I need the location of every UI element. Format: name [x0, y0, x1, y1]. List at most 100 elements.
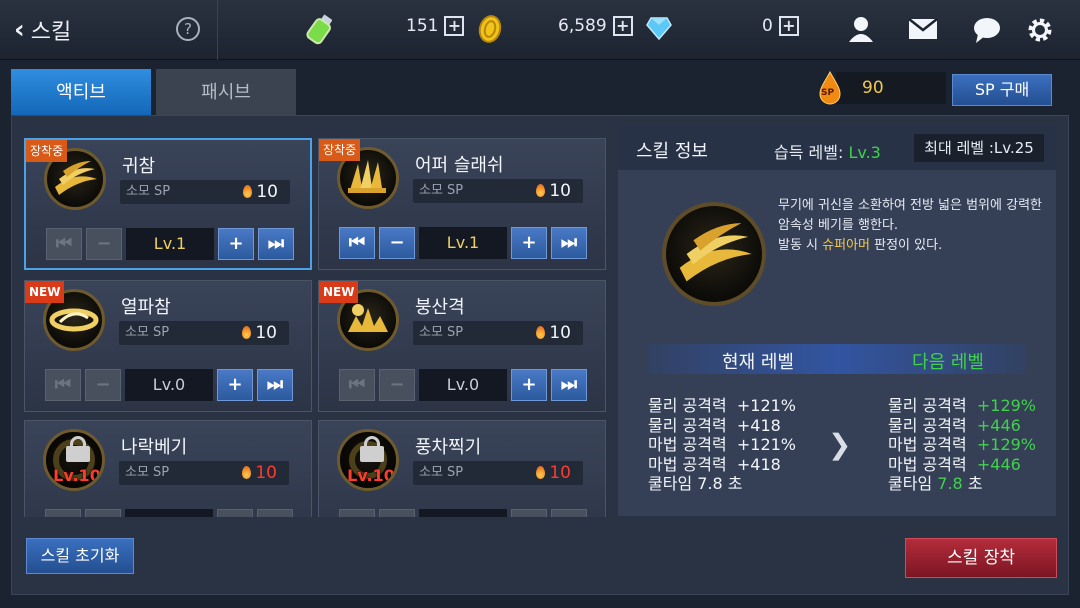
equip-skill-button[interactable]: 스킬 장착 — [905, 538, 1057, 578]
sp-drop-icon — [243, 185, 252, 198]
skill-icon-narakbegi: Lv.10 — [43, 429, 105, 491]
sp-cost-label: 소모 SP — [126, 184, 171, 199]
cooldown-row: 쿨타임 7.8 초 — [888, 474, 983, 493]
sp-cost-bar: 소모 SP 10 — [119, 461, 289, 485]
sp-drop-icon — [242, 466, 251, 479]
gold-counter: 6,589 + — [558, 16, 633, 36]
skill-info-panel: 스킬 정보 습득 레벨: Lv.3 최대 레벨 :Lv.25 무기에 귀신을 소… — [618, 126, 1056, 516]
level-plus-button[interactable] — [217, 509, 253, 517]
sp-cost-label: 소모 SP — [419, 183, 464, 198]
sp-cost-label: 소모 SP — [419, 325, 464, 340]
level-plus-button[interactable] — [511, 509, 547, 517]
skill-card-narakbegi[interactable]: Lv.10 나락베기 소모 SP 10 — [24, 420, 312, 517]
level-max-button[interactable] — [257, 509, 293, 517]
sp-cost-value: 10 — [256, 182, 278, 202]
tab-active-skills[interactable]: 액티브 — [11, 69, 151, 115]
skill-card-pungchajjikgi[interactable]: Lv.10 풍차찍기 소모 SP 10 — [318, 420, 606, 517]
sp-cost-bar: 소모 SP 10 — [120, 180, 290, 204]
stamina-counter: 151 + — [406, 16, 465, 36]
help-button[interactable]: ? — [176, 17, 200, 41]
add-stamina-button[interactable]: + — [444, 16, 465, 36]
level-min-button[interactable]: ⏮ — [339, 227, 375, 259]
sp-cost-label: 소모 SP — [125, 325, 170, 340]
stamina-potion-icon — [306, 14, 332, 45]
stat-row: 물리 공격력 +129% — [888, 396, 1037, 415]
level-plus-button[interactable]: + — [511, 369, 547, 401]
level-max-button[interactable]: ⏭ — [258, 228, 294, 260]
sp-cost-value: 10 — [549, 463, 571, 483]
buy-sp-button[interactable]: SP 구매 — [952, 74, 1052, 106]
skill-name: 열파참 — [121, 297, 171, 318]
sp-cost-value: 10 — [549, 181, 571, 201]
level-plus-button[interactable]: + — [217, 369, 253, 401]
level-controls: ⏮ − Lv.1 + ⏭ — [46, 228, 294, 260]
level-minus-button[interactable] — [85, 509, 121, 517]
level-max-button[interactable]: ⏭ — [551, 369, 587, 401]
sp-cost-label: 소모 SP — [419, 465, 464, 480]
learn-level: 습득 레벨: Lv.3 — [774, 139, 881, 163]
level-min-button[interactable]: ⏮ — [45, 369, 81, 401]
level-max-button[interactable]: ⏭ — [551, 227, 587, 259]
sp-cost-bar: 소모 SP 10 — [119, 321, 289, 345]
stat-row: 물리 공격력 +446 — [888, 415, 1021, 435]
level-minus-button[interactable]: − — [379, 369, 415, 401]
skill-card-guicham[interactable]: 장착중 귀참 소모 SP 10 ⏮ − Lv.1 + ⏭ — [24, 138, 312, 270]
next-level-label: 다음 레벨 — [912, 352, 984, 373]
reset-skills-button[interactable]: 스킬 초기화 — [26, 538, 134, 574]
level-min-button[interactable] — [45, 509, 81, 517]
back-chevron-icon: ‹ — [14, 15, 25, 45]
add-gold-button[interactable]: + — [612, 16, 633, 36]
screen-title: 스킬 — [30, 20, 72, 45]
equipped-badge: 장착중 — [319, 139, 361, 161]
level-compare-bar: 현재 레벨 다음 레벨 — [648, 344, 1026, 374]
settings-gear-icon[interactable] — [1026, 16, 1054, 44]
required-level: Lv.10 — [347, 466, 395, 485]
next-stats: 물리 공격력 +129% 물리 공격력 +446 마법 공격력 +129% 마법… — [888, 396, 1036, 494]
level-display: Lv.0 — [419, 369, 507, 401]
gem-icon — [646, 17, 672, 40]
learn-level-value: Lv.3 — [848, 143, 881, 162]
lock-icon — [360, 436, 384, 462]
selected-skill-icon — [662, 202, 766, 306]
level-controls: ⏮ − Lv.1 + ⏭ — [339, 227, 587, 259]
required-level: Lv.10 — [53, 466, 101, 485]
tab-passive-skills[interactable]: 패시브 — [156, 69, 296, 115]
sp-value: 90 — [836, 72, 946, 104]
level-min-button[interactable] — [339, 509, 375, 517]
back-button[interactable]: ‹ 스킬 — [14, 14, 71, 46]
chat-icon[interactable] — [972, 16, 1002, 44]
add-gem-button[interactable]: + — [778, 16, 799, 36]
sp-drop-icon — [242, 326, 251, 339]
sp-cost-label: 소모 SP — [125, 465, 170, 480]
skill-list[interactable]: 장착중 귀참 소모 SP 10 ⏮ − Lv.1 + ⏭ 장착중 어퍼 슬래쉬 … — [24, 138, 610, 517]
sp-drop-label: SP — [821, 88, 835, 98]
level-max-button[interactable]: ⏭ — [257, 369, 293, 401]
level-plus-button[interactable]: + — [511, 227, 547, 259]
level-minus-button[interactable]: − — [86, 228, 122, 260]
sp-cost-bar: 소모 SP 10 — [413, 461, 583, 485]
skill-card-upper-slash[interactable]: 장착중 어퍼 슬래쉬 소모 SP 10 ⏮ − Lv.1 + ⏭ — [318, 138, 606, 270]
level-display: Lv.1 — [126, 228, 214, 260]
equipped-badge: 장착중 — [26, 140, 68, 162]
stat-row: 마법 공격력 +446 — [888, 454, 1021, 474]
level-min-button[interactable]: ⏮ — [339, 369, 375, 401]
level-display — [419, 509, 507, 517]
level-display: Lv.0 — [125, 369, 213, 401]
friends-icon[interactable] — [846, 14, 876, 44]
lock-icon — [66, 436, 90, 462]
level-max-button[interactable] — [551, 509, 587, 517]
learn-level-label: 습득 레벨: — [774, 143, 844, 162]
gold-value: 6,589 — [558, 16, 607, 36]
max-level: 최대 레벨 :Lv.25 — [914, 134, 1044, 162]
cooldown-row: 쿨타임 7.8 초 — [648, 474, 743, 493]
level-min-button[interactable]: ⏮ — [46, 228, 82, 260]
level-plus-button[interactable]: + — [218, 228, 254, 260]
skill-card-yeolpacham[interactable]: NEW 열파참 소모 SP 10 ⏮ − Lv.0 + ⏭ — [24, 280, 312, 412]
skill-card-bungsangyeok[interactable]: NEW 붕산격 소모 SP 10 ⏮ − Lv.0 + ⏭ — [318, 280, 606, 412]
mail-icon[interactable] — [908, 18, 938, 40]
level-minus-button[interactable]: − — [85, 369, 121, 401]
stat-row: 마법 공격력 +129% — [888, 435, 1037, 454]
level-minus-button[interactable] — [379, 509, 415, 517]
level-minus-button[interactable]: − — [379, 227, 415, 259]
gem-value: 0 — [762, 16, 773, 36]
